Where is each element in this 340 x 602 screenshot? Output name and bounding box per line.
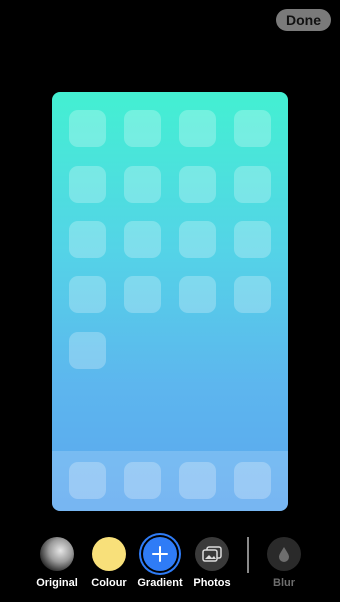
color-swatch-icon: [92, 537, 126, 571]
app-icon-placeholder: [179, 276, 216, 313]
plus-icon: [143, 537, 177, 571]
app-icon-placeholder: [234, 221, 271, 258]
blur-label: Blur: [273, 577, 295, 589]
dock-icon-placeholder: [69, 462, 106, 499]
dock-icon-placeholder: [124, 462, 161, 499]
app-icon-placeholder: [234, 276, 271, 313]
app-icon-placeholder: [69, 276, 106, 313]
original-button[interactable]: Original: [27, 537, 87, 589]
gradient-button[interactable]: Gradient: [130, 537, 190, 589]
wallpaper-preview: [52, 92, 288, 511]
app-icon-placeholder: [69, 332, 106, 369]
done-button[interactable]: Done: [276, 9, 331, 31]
app-icon-placeholder: [124, 110, 161, 147]
app-icon-placeholder: [69, 110, 106, 147]
dock-icon-placeholder: [179, 462, 216, 499]
dock-icon-placeholder: [234, 462, 271, 499]
moon-icon: [40, 537, 74, 571]
app-icon-placeholder: [179, 110, 216, 147]
app-icon-placeholder: [124, 166, 161, 203]
app-icon-placeholder: [234, 110, 271, 147]
app-icon-placeholder: [234, 166, 271, 203]
gradient-label: Gradient: [137, 577, 183, 589]
app-icon-placeholder: [179, 166, 216, 203]
photos-icon: [195, 537, 229, 571]
app-icon-placeholder: [124, 221, 161, 258]
photos-button[interactable]: Photos: [182, 537, 242, 589]
app-icon-placeholder: [69, 221, 106, 258]
app-icon-placeholder: [69, 166, 106, 203]
original-label: Original: [36, 577, 78, 589]
app-icon-placeholder: [179, 221, 216, 258]
app-icon-placeholder: [124, 276, 161, 313]
drop-icon: [267, 537, 301, 571]
blur-button[interactable]: Blur: [254, 537, 314, 589]
photos-label: Photos: [193, 577, 231, 589]
toolbar-divider: [247, 537, 249, 573]
